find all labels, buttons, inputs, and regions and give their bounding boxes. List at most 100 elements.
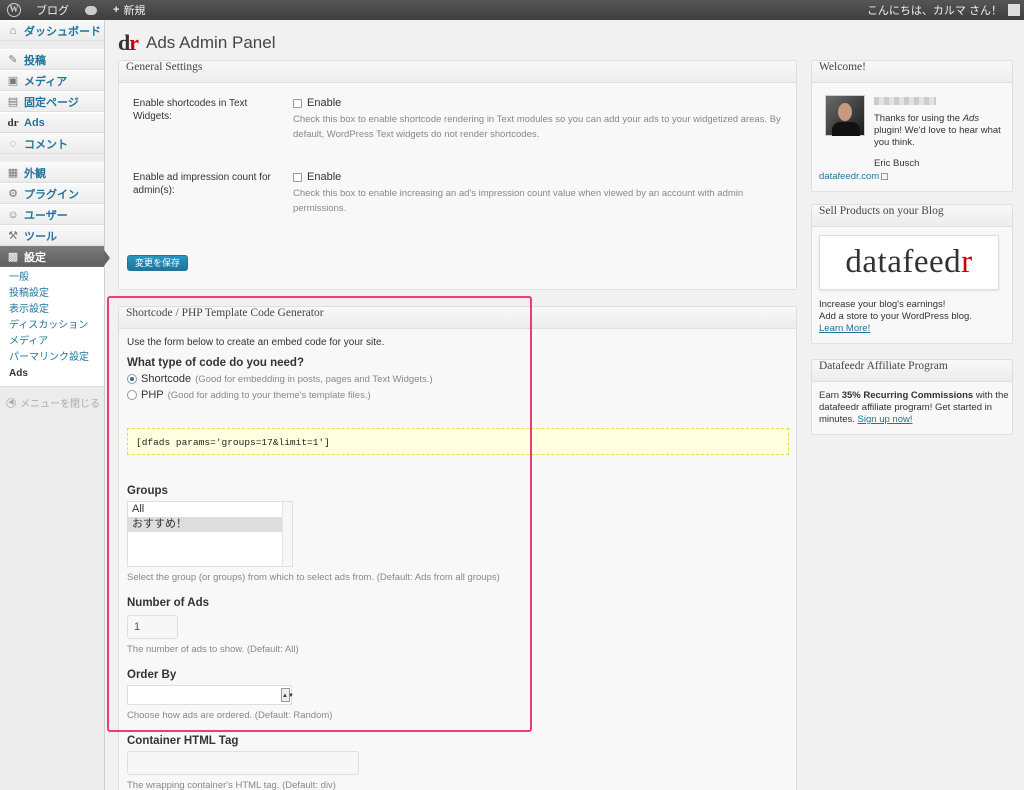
wordpress-logo-icon[interactable]: W (0, 0, 28, 20)
sidebar-item-label: Ads (24, 116, 45, 129)
sign-up-link[interactable]: Sign up now! (858, 414, 913, 425)
sidebar-item-tools[interactable]: ⚒ ツール (0, 225, 104, 246)
submenu-item-ads[interactable]: Ads (0, 366, 104, 382)
checkbox-icon[interactable] (293, 172, 302, 182)
collapse-menu-label: メニューを閉じる (20, 399, 100, 410)
submenu-item-discussion[interactable]: ディスカッション (0, 318, 104, 334)
container-tag-description: The wrapping container's HTML tag. (Defa… (127, 780, 336, 790)
home-icon: ⌂ (9, 24, 17, 37)
datafeedr-logo-icon: dr (118, 30, 139, 55)
settings-icon: ▩ (7, 251, 19, 263)
code-type-question: What type of code do you need? (127, 357, 304, 369)
sidebar-item-ads[interactable]: dr Ads (0, 112, 104, 133)
number-of-ads-title: Number of Ads (127, 597, 209, 609)
order-by-title: Order By (127, 669, 177, 681)
dr-icon: dr (7, 116, 19, 129)
sell-line-2: Add a store to your WordPress blog. (819, 311, 972, 322)
sidebar-item-label: 設定 (24, 251, 46, 264)
author-photo (825, 95, 865, 136)
external-link-icon (881, 172, 889, 180)
sidebar-item-plugins[interactable]: ⚙ プラグイン (0, 183, 104, 204)
learn-more-link[interactable]: Learn More! (819, 323, 870, 334)
admin-sidebar: ⌂ ダッシュボード ✎ 投稿 ▣ メディア ▤ 固定ページ dr Ads ◌ コメント ▦ 外… (0, 20, 110, 790)
groups-description: Select the group (or groups) from which … (127, 572, 500, 583)
my-account-menu[interactable]: こんにちは、カルマ さん！ (859, 0, 1024, 20)
submenu-item-general[interactable]: 一般 (0, 270, 104, 286)
sidebar-item-comments[interactable]: ◌ コメント (0, 133, 104, 154)
submenu-item-permalinks[interactable]: パーマリンク設定 (0, 350, 104, 366)
tools-icon: ⚒ (8, 230, 18, 242)
number-of-ads-description: The number of ads to show. (Default: All… (127, 644, 299, 655)
sidebar-item-users[interactable]: ☺ ユーザー (0, 204, 104, 225)
welcome-signature: Eric Busch (874, 158, 920, 169)
welcome-title: Welcome! (812, 61, 1012, 83)
shortcode-option-hint: (Good for embedding in posts, pages and … (195, 373, 433, 385)
sidebar-item-label: ユーザー (24, 209, 68, 222)
datafeedr-banner-logo[interactable]: datafeedr (819, 235, 999, 290)
groups-scrollbar[interactable] (282, 502, 292, 566)
comments-icon[interactable] (77, 0, 105, 20)
pin-icon: ✎ (8, 54, 18, 66)
radio-unchecked-icon[interactable] (127, 390, 137, 400)
number-of-ads-input[interactable]: 1 (127, 615, 178, 639)
impression-checkbox[interactable]: Enable (293, 171, 783, 183)
sell-line-1: Increase your blog's earnings! (819, 299, 946, 310)
container-tag-input[interactable] (127, 751, 359, 775)
submenu-item-media[interactable]: メディア (0, 334, 104, 350)
blurred-text (874, 97, 936, 105)
sidebar-item-label: ダッシュボード (24, 25, 101, 38)
php-option-hint: (Good for adding to your theme's templat… (167, 389, 371, 401)
submenu-item-writing[interactable]: 投稿設定 (0, 286, 104, 302)
new-content-label: 新規 (123, 5, 146, 17)
users-icon: ☺ (7, 208, 19, 221)
shortcode-option-label: Shortcode (141, 373, 192, 385)
submenu-item-reading[interactable]: 表示設定 (0, 302, 104, 318)
sidebar-item-label: 外観 (24, 167, 46, 180)
comment-icon: ◌ (9, 137, 17, 150)
avatar (1008, 4, 1020, 16)
sidebar-item-appearance[interactable]: ▦ 外観 (0, 162, 104, 183)
group-option-all[interactable]: All (128, 502, 292, 517)
affiliate-text: Earn 35% Recurring Commissions with the … (819, 390, 1009, 425)
checkbox-icon[interactable] (293, 98, 302, 108)
greeting-text: こんにちは、カルマ さん！ (866, 5, 1002, 17)
general-settings-box: General Settings Enable shortcodes in Te… (118, 60, 797, 290)
sidebar-item-label: 固定ページ (24, 96, 79, 109)
page-icon: ▤ (7, 96, 19, 108)
impression-description: Check this box to enable increasing an a… (293, 188, 744, 214)
sidebar-item-posts[interactable]: ✎ 投稿 (0, 49, 104, 70)
sidebar-item-label: メディア (24, 75, 68, 88)
chevron-down-icon[interactable]: ▲▼ (281, 688, 294, 702)
code-generator-title: Shortcode / PHP Template Code Generator (119, 307, 796, 329)
php-radio-option[interactable]: PHP (Good for adding to your theme's tem… (127, 389, 791, 401)
shortcodes-checkbox[interactable]: Enable (293, 97, 783, 109)
php-option-label: PHP (141, 389, 164, 401)
shortcode-radio-option[interactable]: Shortcode (Good for embedding in posts, … (127, 373, 791, 385)
welcome-box: Welcome! Thanks for using the Ads plugin… (811, 60, 1013, 192)
container-tag-title: Container HTML Tag (127, 735, 239, 747)
sidebar-item-label: プラグイン (24, 188, 79, 201)
sidebar-item-pages[interactable]: ▤ 固定ページ (0, 91, 104, 112)
order-by-description: Choose how ads are ordered. (Default: Ra… (127, 710, 333, 721)
groups-multiselect[interactable]: All おすすめ！ (127, 501, 293, 567)
new-content-button[interactable]: + 新規 (105, 0, 153, 20)
shortcodes-description: Check this box to enable shortcode rende… (293, 114, 781, 140)
group-option-recommended[interactable]: おすすめ！ (128, 517, 292, 532)
sell-products-box: Sell Products on your Blog datafeedr Inc… (811, 204, 1013, 344)
generated-code-box[interactable]: [dfads params='groups=17&limit=1'] (127, 428, 789, 455)
sidebar-item-dashboard[interactable]: ⌂ ダッシュボード (0, 20, 104, 41)
sidebar-item-settings[interactable]: ▩ 設定 (0, 246, 110, 267)
order-by-select[interactable]: ▲▼ (127, 685, 294, 705)
datafeedr-site-link[interactable]: datafeedr.com (819, 171, 889, 182)
sidebar-item-media[interactable]: ▣ メディア (0, 70, 104, 91)
groups-title: Groups (127, 485, 168, 497)
general-settings-title: General Settings (119, 61, 796, 83)
site-name-link[interactable]: ブログ (28, 0, 77, 20)
impression-label: Enable ad impression count for admin(s): (133, 172, 271, 196)
sell-products-text: Increase your blog's earnings! Add a sto… (819, 299, 1009, 335)
admin-bar: W ブログ + 新規 こんにちは、カルマ さん！ (0, 0, 1024, 20)
save-changes-button[interactable]: 変更を保存 (127, 255, 189, 271)
settings-submenu: 一般 投稿設定 表示設定 ディスカッション メディア パーマリンク設定 Ads (0, 267, 104, 387)
collapse-menu-button[interactable]: ◀ メニューを閉じる (0, 387, 104, 410)
radio-checked-icon[interactable] (127, 374, 137, 384)
